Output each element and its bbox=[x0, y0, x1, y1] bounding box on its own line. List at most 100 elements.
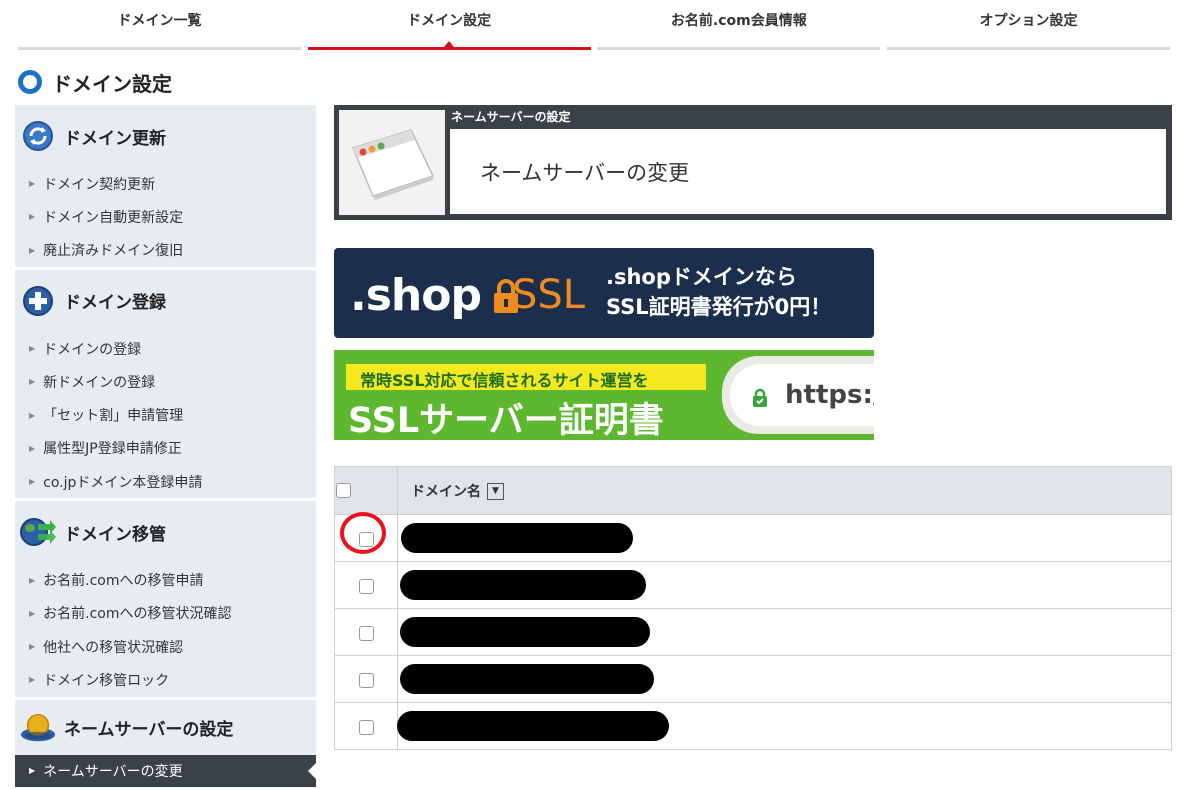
sidebar-section-title: ネームサーバーの設定 bbox=[64, 719, 234, 740]
sidebar-item-label: お名前.comへの移管状況確認 bbox=[43, 606, 232, 623]
sidebar-item-contract-renewal[interactable]: ▶ ドメイン契約更新 bbox=[15, 167, 316, 200]
add-globe-icon bbox=[20, 283, 56, 319]
sidebar-section-title: ドメイン登録 bbox=[64, 293, 166, 314]
triangle-right-icon: ▶ bbox=[29, 575, 36, 585]
banner-shop-word: .shop bbox=[350, 270, 482, 321]
sidebar-item-new-domain[interactable]: ▶ 新ドメインの登録 bbox=[15, 365, 316, 398]
sidebar-item-label: 廃止済みドメイン復旧 bbox=[43, 243, 184, 260]
banner-ssl-word: SSL bbox=[512, 272, 586, 318]
triangle-right-icon: ▶ bbox=[29, 766, 36, 776]
tab-label: オプション設定 bbox=[979, 13, 1078, 29]
sidebar-section-header: ドメイン登録 bbox=[15, 270, 316, 332]
sidebar-item-label: 属性型JP登録申請修正 bbox=[43, 441, 182, 458]
section-heading-box: ネームサーバーの変更 bbox=[450, 129, 1166, 214]
sidebar-item-nameserver-change[interactable]: ▶ ネームサーバーの変更 bbox=[15, 754, 316, 787]
red-highlight-circle bbox=[340, 512, 386, 554]
domain-name-cell bbox=[397, 655, 1172, 703]
banner-shop-text: .shopドメインなら SSL証明書発行が0円！ bbox=[606, 262, 831, 322]
banner-url-text: https:/ bbox=[785, 380, 874, 410]
sidebar-item-domain-register[interactable]: ▶ ドメインの登録 bbox=[15, 332, 316, 365]
sidebar-section-title: ドメイン移管 bbox=[64, 524, 166, 545]
sidebar-item-transfer-lock[interactable]: ▶ ドメイン移管ロック bbox=[15, 663, 316, 696]
tab-option-settings[interactable]: オプション設定 bbox=[886, 0, 1170, 50]
transfer-globe-icon bbox=[20, 514, 56, 550]
triangle-right-icon: ▶ bbox=[29, 179, 36, 189]
triangle-right-icon: ▶ bbox=[29, 344, 36, 354]
section-heading: ネームサーバーの変更 bbox=[480, 160, 690, 185]
triangle-right-icon: ▶ bbox=[29, 642, 36, 652]
sidebar-item-label: ドメインの登録 bbox=[43, 341, 142, 358]
sidebar-item-label: 他社への移管状況確認 bbox=[43, 639, 184, 656]
browser-url-bar: https:/ bbox=[722, 356, 874, 434]
row-checkbox[interactable] bbox=[358, 578, 374, 594]
checkbox-cell bbox=[334, 561, 398, 609]
row-checkbox[interactable] bbox=[358, 672, 374, 688]
sort-icon[interactable]: ▼ bbox=[487, 483, 504, 500]
refresh-globe-icon bbox=[20, 118, 56, 154]
tab-domain-list[interactable]: ドメイン一覧 bbox=[18, 0, 301, 50]
section-caption: ネームサーバーの設定 bbox=[451, 110, 571, 124]
table-row bbox=[334, 561, 1172, 609]
tab-domain-settings[interactable]: ドメイン設定 bbox=[307, 0, 591, 50]
table-row bbox=[334, 514, 1172, 562]
sidebar-item-transfer-out-status[interactable]: ▶ 他社への移管状況確認 bbox=[15, 630, 316, 663]
tab-label: お名前.com会員情報 bbox=[670, 13, 807, 29]
row-checkbox[interactable] bbox=[358, 625, 374, 641]
page-title-text: ドメイン設定 bbox=[52, 71, 172, 96]
redacted-domain bbox=[400, 617, 650, 647]
sidebar-section-nameserver: ネームサーバーの設定 ▶ ネームサーバーの変更 bbox=[15, 699, 316, 787]
sidebar-item-label: co.jpドメイン本登録申請 bbox=[43, 474, 203, 491]
triangle-right-icon: ▶ bbox=[29, 608, 36, 618]
banner-tagline: 常時SSL対応で信頼されるサイト運営を bbox=[360, 371, 649, 390]
sidebar-section-renewal: ドメイン更新 ▶ ドメイン契約更新 ▶ ドメイン自動更新設定 ▶ 廃止済みドメイン復旧 bbox=[15, 105, 316, 267]
sidebar-item-transfer-apply[interactable]: ▶ お名前.comへの移管申請 bbox=[15, 563, 316, 596]
sidebar: ドメイン更新 ▶ ドメイン契約更新 ▶ ドメイン自動更新設定 ▶ 廃止済みドメイン復旧… bbox=[15, 105, 316, 790]
checkbox-cell bbox=[334, 655, 398, 703]
ssl-certificate-banner[interactable]: 常時SSL対応で信頼されるサイト運営を SSLサーバー証明書 https:/ bbox=[334, 350, 874, 440]
redacted-domain bbox=[401, 523, 633, 553]
domain-name-header: ドメイン名 ▼ bbox=[397, 466, 1172, 515]
sidebar-item-label: 「セット割」申請管理 bbox=[43, 408, 184, 425]
sidebar-item-cojp[interactable]: ▶ co.jpドメイン本登録申請 bbox=[15, 465, 316, 498]
sidebar-item-label: ネームサーバーの変更 bbox=[43, 763, 183, 780]
sidebar-item-label: ドメイン契約更新 bbox=[43, 176, 156, 193]
table-row bbox=[334, 702, 1172, 750]
checkbox-cell bbox=[334, 702, 398, 750]
row-checkbox[interactable] bbox=[358, 719, 374, 735]
sidebar-section-register: ドメイン登録 ▶ ドメインの登録 ▶ 新ドメインの登録 ▶ 「セット割」申請管理 ▶ 属… bbox=[15, 269, 316, 499]
banner-tagline-ribbon: 常時SSL対応で信頼されるサイト運営を bbox=[346, 364, 706, 390]
triangle-right-icon: ▶ bbox=[29, 410, 36, 420]
tab-label: ドメイン一覧 bbox=[117, 13, 202, 29]
banner-line2: SSL証明書発行が0円！ bbox=[606, 295, 832, 319]
sidebar-section-header: ネームサーバーの設定 bbox=[15, 700, 316, 755]
domain-name-cell bbox=[397, 608, 1172, 656]
sidebar-item-jp-fix[interactable]: ▶ 属性型JP登録申請修正 bbox=[15, 432, 316, 465]
select-all-checkbox[interactable] bbox=[336, 483, 351, 498]
sidebar-item-label: 新ドメインの登録 bbox=[43, 374, 156, 391]
nameserver-header-box: ネームサーバーの設定 ネームサーバーの変更 bbox=[334, 105, 1172, 220]
circle-icon bbox=[18, 70, 42, 94]
browser-window-icon bbox=[339, 110, 445, 215]
redacted-domain bbox=[400, 570, 646, 600]
shop-ssl-banner[interactable]: .shop SSL .shopドメインなら SSL証明書発行が0円！ bbox=[334, 248, 874, 338]
domain-name-cell bbox=[397, 561, 1172, 609]
triangle-right-icon: ▶ bbox=[29, 675, 36, 685]
sidebar-item-auto-renewal[interactable]: ▶ ドメイン自動更新設定 bbox=[15, 200, 316, 233]
triangle-right-icon: ▶ bbox=[29, 377, 36, 387]
sidebar-item-transfer-status[interactable]: ▶ お名前.comへの移管状況確認 bbox=[15, 597, 316, 630]
sidebar-item-set-discount[interactable]: ▶ 「セット割」申請管理 bbox=[15, 398, 316, 431]
sidebar-section-transfer: ドメイン移管 ▶ お名前.comへの移管申請 ▶ お名前.comへの移管状況確認 ▶… bbox=[15, 501, 316, 697]
sidebar-section-header: ドメイン更新 bbox=[15, 105, 316, 167]
tab-label: ドメイン設定 bbox=[407, 13, 492, 29]
domain-table: ドメイン名 ▼ bbox=[334, 466, 1172, 750]
redacted-domain bbox=[400, 664, 654, 694]
tab-member-info[interactable]: お名前.com会員情報 bbox=[597, 0, 881, 50]
table-row bbox=[334, 655, 1172, 703]
lock-icon bbox=[753, 388, 767, 407]
domain-name-cell bbox=[397, 514, 1172, 562]
sidebar-item-label: ドメイン自動更新設定 bbox=[43, 209, 184, 226]
redacted-domain bbox=[397, 711, 669, 741]
sidebar-item-restore[interactable]: ▶ 廃止済みドメイン復旧 bbox=[15, 234, 316, 267]
sidebar-item-label: お名前.comへの移管申請 bbox=[43, 573, 204, 590]
header-checkbox-cell bbox=[334, 466, 398, 515]
